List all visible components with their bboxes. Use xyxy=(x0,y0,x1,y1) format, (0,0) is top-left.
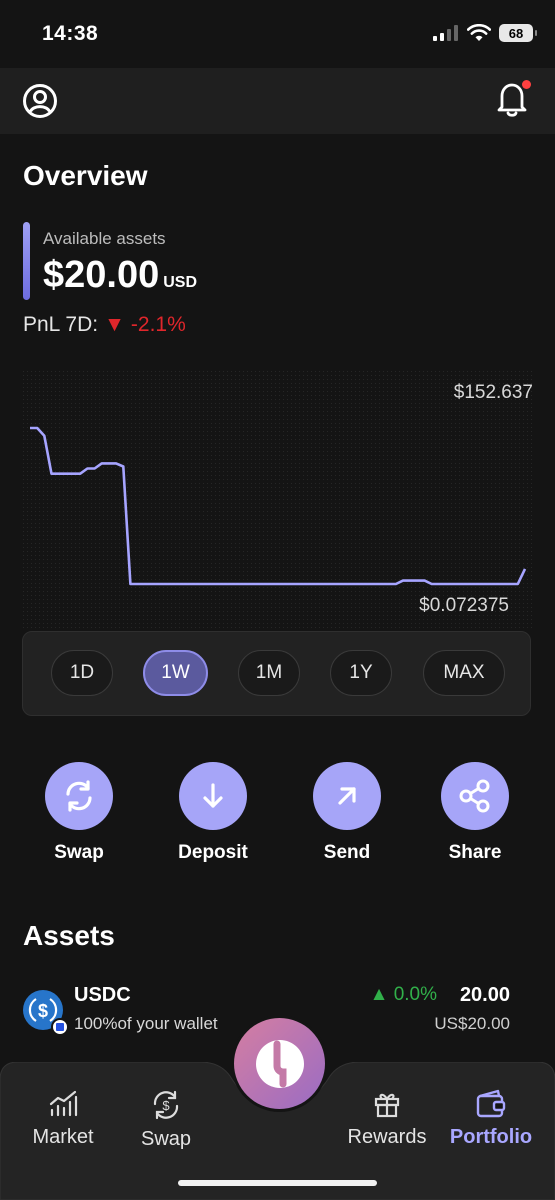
pnl-7d: PnL 7D: ▼ -2.1% xyxy=(23,313,186,337)
change-up-arrow-icon: ▲ xyxy=(369,984,389,1005)
share-action[interactable]: Share xyxy=(425,762,525,864)
status-bar: 14:38 68 xyxy=(0,0,555,68)
balance-chart[interactable] xyxy=(22,370,532,628)
assets-accent-bar xyxy=(23,222,30,300)
chart-min-label: $0.072375 xyxy=(419,595,509,616)
wallet-icon xyxy=(476,1089,506,1118)
notifications-button[interactable] xyxy=(495,80,533,120)
status-icons: 68 xyxy=(433,24,537,42)
svg-text:$: $ xyxy=(162,1098,170,1113)
available-assets-label: Available assets xyxy=(43,229,166,248)
swap-action-label: Swap xyxy=(54,842,104,863)
pnl-down-arrow-icon: ▼ xyxy=(104,313,125,336)
send-action-label: Send xyxy=(323,842,371,863)
nav-swap[interactable]: $ Swap xyxy=(111,1088,221,1151)
asset-amount: 20.00 xyxy=(459,984,510,1006)
deposit-action-circle[interactable] xyxy=(179,762,247,830)
chart-max-label: $152.637 xyxy=(453,382,533,403)
nav-rewards[interactable]: Rewards xyxy=(332,1088,442,1149)
balance-value: $20.00 USD xyxy=(43,254,197,297)
balance-currency: USD xyxy=(163,274,198,291)
asset-fiat-value: US$20.00 xyxy=(434,1014,510,1033)
overview-title: Overview xyxy=(23,160,148,191)
send-action-circle[interactable] xyxy=(313,762,381,830)
send-action[interactable]: Send xyxy=(297,762,397,864)
center-home-button[interactable] xyxy=(234,1018,325,1109)
status-time: 14:38 xyxy=(42,22,99,45)
arrow-down-icon xyxy=(203,783,223,808)
share-action-circle[interactable] xyxy=(441,762,509,830)
swap-dollar-icon: $ xyxy=(153,1090,179,1120)
network-badge-icon xyxy=(51,1018,69,1036)
swap-action[interactable]: Swap xyxy=(29,762,129,864)
assets-title: Assets xyxy=(23,920,115,951)
deposit-action[interactable]: Deposit xyxy=(163,762,263,864)
user-circle-icon xyxy=(23,84,57,118)
swap-action-circle[interactable] xyxy=(45,762,113,830)
gift-icon xyxy=(374,1093,400,1118)
notification-dot xyxy=(522,80,531,89)
chart-icon xyxy=(49,1090,78,1117)
nav-portfolio[interactable]: Portfolio xyxy=(436,1088,546,1149)
asset-wallet-share: 100%of your wallet xyxy=(74,1014,218,1033)
range-1w-button[interactable]: 1W xyxy=(143,650,208,696)
top-bar xyxy=(0,68,555,134)
svg-text:$: $ xyxy=(38,1001,48,1021)
range-max-button[interactable]: MAX xyxy=(423,650,505,696)
signal-icon xyxy=(433,25,458,41)
battery-indicator: 68 xyxy=(499,24,537,42)
profile-button[interactable] xyxy=(22,83,58,119)
arrow-up-right-icon xyxy=(338,787,356,805)
share-action-label: Share xyxy=(448,842,502,863)
nav-market[interactable]: Market xyxy=(8,1088,118,1149)
chart-svg xyxy=(22,370,532,628)
range-selector: 1D 1W 1M 1Y MAX xyxy=(22,631,531,716)
range-1m-button[interactable]: 1M xyxy=(238,650,300,696)
deposit-action-label: Deposit xyxy=(178,842,248,863)
pnl-label: PnL 7D: xyxy=(23,313,99,336)
pnl-value: -2.1% xyxy=(130,313,186,336)
wifi-icon xyxy=(467,24,491,41)
nav-rewards-label: Rewards xyxy=(347,1126,427,1148)
asset-change-value: 0.0% xyxy=(393,984,437,1005)
nav-swap-label: Swap xyxy=(140,1128,192,1150)
asset-name: USDC xyxy=(74,984,131,1006)
app-logo-icon xyxy=(255,1039,304,1088)
nav-market-label: Market xyxy=(32,1126,94,1148)
asset-change: ▲ 0.0% xyxy=(370,984,437,1006)
range-1d-button[interactable]: 1D xyxy=(51,650,113,696)
home-indicator xyxy=(178,1180,377,1186)
nav-portfolio-label: Portfolio xyxy=(449,1126,533,1148)
share-icon xyxy=(459,779,490,813)
range-1y-button[interactable]: 1Y xyxy=(330,650,392,696)
balance-amount: $20.00 xyxy=(43,254,160,296)
swap-arrows-icon xyxy=(66,780,92,812)
